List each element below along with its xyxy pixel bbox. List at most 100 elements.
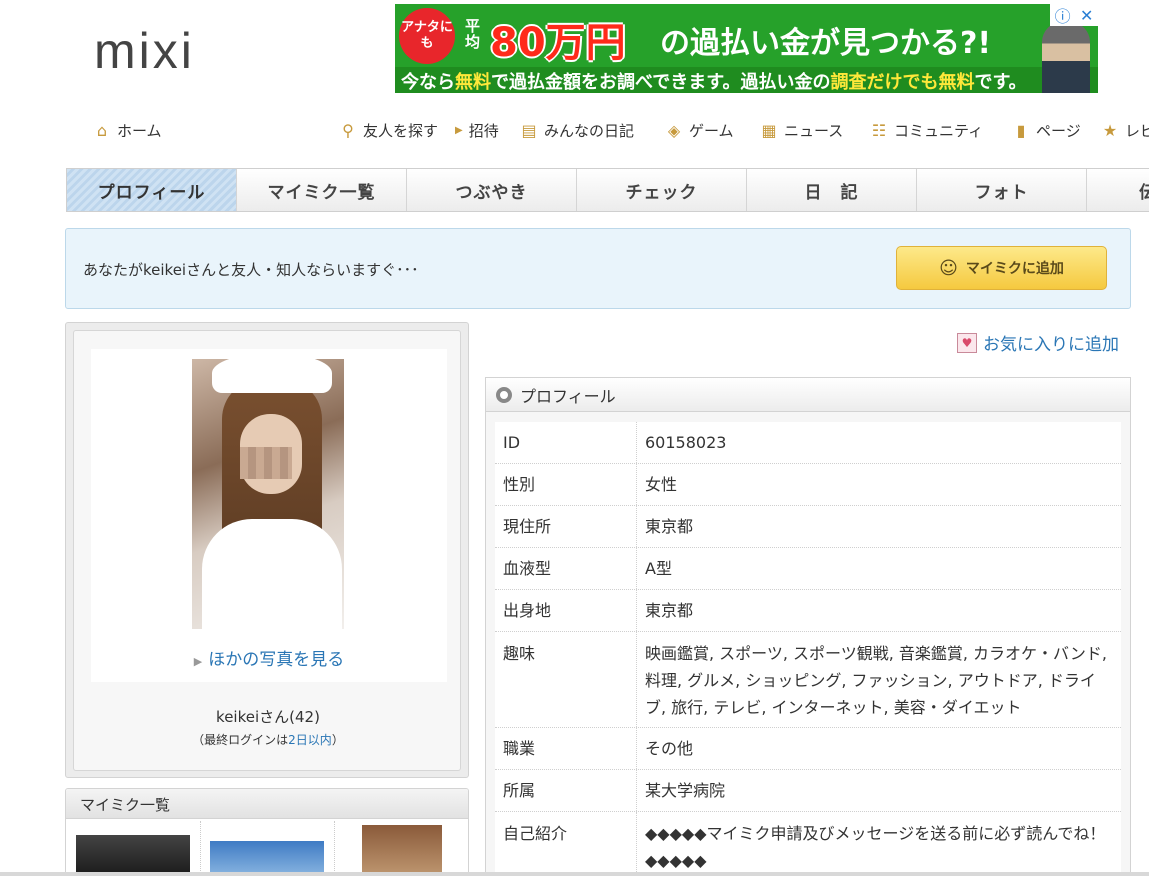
profile-key: 所属 — [495, 770, 637, 811]
add-friend-icon: ☺ — [939, 257, 958, 279]
arrow-right-icon: ▶ — [455, 125, 463, 136]
triangle-right-icon: ▶ — [193, 655, 203, 668]
last-login-value[interactable]: 2日以内 — [288, 733, 332, 747]
tab-profile[interactable]: プロフィール — [67, 169, 237, 211]
mymixi-thumb[interactable] — [76, 835, 190, 876]
profile-value: 映画鑑賞, スポーツ, スポーツ観戦, 音楽鑑賞, カラオケ・バンド, 料理, … — [645, 644, 1107, 717]
search-icon: ⚲ — [342, 120, 354, 140]
tab-check[interactable]: チェック — [577, 169, 747, 211]
ad-person-image — [1042, 22, 1090, 93]
circle-icon — [496, 386, 512, 403]
mymixi-thumb[interactable] — [210, 841, 324, 876]
photo-mosaic — [240, 447, 292, 479]
more-photos-label: ほかの写真を見る — [208, 650, 345, 670]
add-mymixi-label: マイミクに追加 — [965, 261, 1064, 277]
mymixi-list-box: マイミク一覧 — [65, 788, 469, 876]
profile-value: ◆◆◆◆◆マイミク申請及びメッセージを送る前に必ず読んでね！◆◆◆◆◆ — [645, 824, 1106, 870]
nav-invite-label: 招待 — [468, 122, 499, 140]
profile-key: 性別 — [495, 464, 637, 505]
divider — [334, 821, 335, 876]
more-photos-link[interactable]: ▶ ほかの写真を見る — [91, 645, 447, 670]
ad-badge: アナタにも — [399, 8, 455, 64]
last-login: （最終ログインは2日以内） — [74, 731, 462, 748]
ad-sub-b: 無料 — [455, 72, 491, 93]
nav-community[interactable]: ☷ コミュニティ — [870, 120, 983, 141]
ad-banner[interactable]: アナタにも 平均 80万円 の過払い金が見つかる?! 今なら無料で過払金額をお調… — [395, 4, 1098, 93]
nav-community-label: コミュニティ — [894, 122, 984, 140]
nav-diary[interactable]: ▤ みんなの日記 — [520, 120, 634, 141]
nav-invite[interactable]: ▶ 招待 — [455, 120, 499, 141]
profile-key: 血液型 — [495, 548, 637, 589]
profile-photo-inner: ▶ ほかの写真を見る keikeiさん(42) （最終ログインは2日以内） — [73, 330, 461, 771]
last-login-prefix: （最終ログインは — [192, 733, 289, 747]
profile-row: ID 60158023 — [495, 422, 1121, 464]
profile-panel: プロフィール ID 60158023 性別 女性 現住所 東京都 血液型 A型 … — [485, 377, 1131, 876]
friend-notice: あなたがkeikeiさんと友人・知人ならいますぐ･･･ ☺ マイミクに追加 — [65, 228, 1131, 309]
nav-news[interactable]: ▦ ニュース — [760, 120, 843, 141]
add-favorite-label: お気に入りに追加 — [983, 335, 1119, 355]
ad-sub-e: です。 — [974, 72, 1027, 93]
nav-news-label: ニュース — [784, 122, 844, 140]
profile-row: 性別 女性 — [495, 464, 1121, 506]
profile-row: 出身地 東京都 — [495, 590, 1121, 632]
close-icon[interactable]: ✕ — [1080, 6, 1093, 25]
profile-key: 職業 — [495, 728, 637, 769]
community-icon: ☷ — [871, 120, 887, 140]
logo-text: mixi — [94, 23, 195, 79]
nav-diary-label: みんなの日記 — [544, 122, 635, 140]
ad-sub-d: 調査だけでも無料 — [830, 72, 975, 93]
photo-uniform — [202, 519, 342, 629]
add-mymixi-button[interactable]: ☺ マイミクに追加 — [896, 246, 1107, 290]
profile-photo[interactable] — [192, 359, 344, 629]
mymixi-thumb[interactable] — [362, 825, 442, 876]
photo-cap — [212, 359, 332, 393]
tab-message[interactable]: 伝 — [1087, 169, 1149, 211]
nav-home[interactable]: ⌂ ホーム — [93, 120, 162, 141]
profile-key: 趣味 — [495, 632, 637, 727]
add-favorite-link[interactable]: ♥ お気に入りに追加 — [957, 330, 1119, 355]
ad-amount: 80万円 — [490, 20, 626, 66]
nav-find-label: 友人を探す — [363, 122, 439, 140]
last-login-suffix: ） — [331, 733, 344, 747]
bookmark-icon: ▮ — [1016, 120, 1026, 140]
gamepad-icon: ◈ — [667, 120, 681, 140]
profile-panel-title: プロフィール — [520, 386, 616, 406]
ad-average-label: 平均 — [465, 17, 481, 51]
nav-review-label: レビ — [1125, 122, 1149, 140]
user-name: keikeiさん(42) — [216, 708, 320, 726]
profile-value: 60158023 — [645, 433, 727, 452]
profile-row: 自己紹介 ◆◆◆◆◆マイミク申請及びメッセージを送る前に必ず読んでね！◆◆◆◆◆ — [495, 812, 1121, 876]
bottom-divider — [0, 872, 1149, 876]
nav-review[interactable]: ★ レビ — [1101, 120, 1149, 141]
ad-controls: ⓘ ✕ — [1050, 4, 1098, 26]
nav-game-label: ゲーム — [689, 122, 734, 140]
home-icon: ⌂ — [96, 120, 108, 140]
profile-row: 血液型 A型 — [495, 548, 1121, 590]
nav-page[interactable]: ▮ ページ — [1012, 120, 1081, 141]
nav-find-friends[interactable]: ⚲ 友人を探す — [339, 120, 438, 141]
tab-diary[interactable]: 日 記 — [747, 169, 917, 211]
nav-game[interactable]: ◈ ゲーム — [665, 120, 734, 141]
profile-key: 出身地 — [495, 590, 637, 631]
profile-row: 所属 某大学病院 — [495, 770, 1121, 812]
tab-mymixi-list[interactable]: マイミク一覧 — [237, 169, 407, 211]
profile-value: 東京都 — [645, 601, 694, 620]
info-icon[interactable]: ⓘ — [1055, 4, 1071, 27]
profile-table: ID 60158023 性別 女性 現住所 東京都 血液型 A型 出身地 東京都… — [495, 422, 1121, 876]
tab-tweets[interactable]: つぶやき — [407, 169, 577, 211]
divider — [200, 821, 201, 876]
global-nav: ⌂ ホーム ⚲ 友人を探す ▶ 招待 ▤ みんなの日記 ◈ ゲーム ▦ ニュース… — [0, 120, 1149, 148]
ad-subline: 今なら無料で過払金額をお調べできます。過払い金の調査だけでも無料です。 — [401, 68, 1027, 93]
profile-row: 職業 その他 — [495, 728, 1121, 770]
profile-key: ID — [495, 422, 637, 463]
diary-icon: ▤ — [521, 120, 537, 140]
profile-tabs: プロフィール マイミク一覧 つぶやき チェック 日 記 フォト 伝 — [66, 168, 1149, 212]
mixi-logo[interactable]: mixi — [94, 22, 195, 80]
profile-value: A型 — [645, 559, 672, 578]
profile-key: 自己紹介 — [495, 812, 637, 876]
tab-photo[interactable]: フォト — [917, 169, 1087, 211]
profile-value: その他 — [645, 739, 694, 758]
profile-panel-header: プロフィール — [486, 378, 1130, 412]
ad-headline: の過払い金が見つかる?! — [660, 26, 992, 61]
mymixi-list-title: マイミク一覧 — [66, 789, 468, 819]
